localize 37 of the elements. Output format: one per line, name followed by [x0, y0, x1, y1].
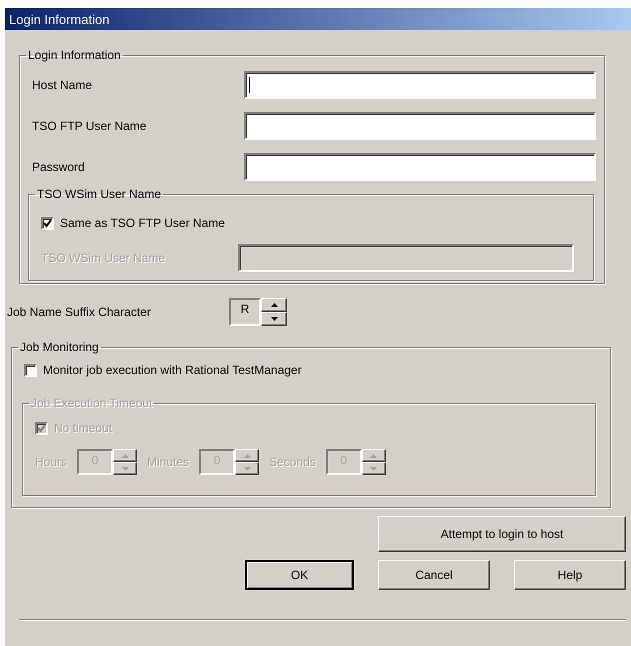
checkbox-label: Monitor job execution with Rational TestManager — [43, 363, 302, 377]
down-arrow-icon — [270, 317, 278, 321]
group-title: Job Monitoring — [19, 340, 100, 354]
input-field[interactable] — [244, 152, 596, 180]
checkbox-label: Same as TSO FTP User Name — [60, 216, 225, 230]
spin-down-button[interactable] — [362, 462, 386, 475]
spin-up-button[interactable] — [261, 298, 287, 312]
spin-down-button[interactable] — [261, 312, 287, 326]
group-title: Job Execution Timeout — [30, 396, 154, 410]
group-title: TSO WSim User Name — [36, 187, 162, 201]
up-arrow-icon — [370, 454, 378, 458]
dialog-button[interactable]: Cancel — [378, 560, 490, 590]
input-field[interactable] — [244, 112, 596, 140]
input-field[interactable] — [244, 70, 596, 98]
checkbox[interactable] — [24, 364, 37, 376]
spinner-field[interactable]: R — [229, 298, 261, 326]
up-arrow-icon — [122, 454, 129, 458]
spin-down-button[interactable] — [113, 462, 138, 475]
down-arrow-icon — [122, 466, 129, 470]
group-title: Login Information — [27, 48, 122, 62]
up-arrow-icon — [270, 303, 278, 307]
field-label: Password — [32, 160, 86, 174]
up-arrow-icon — [244, 454, 251, 458]
window-title: Login Information — [5, 8, 631, 30]
spin-up-button[interactable] — [235, 449, 260, 462]
spin-up-button[interactable] — [362, 449, 386, 462]
dialog-button[interactable]: Help — [514, 560, 626, 590]
spin-up-button[interactable] — [113, 449, 138, 462]
dialog-button[interactable]: OK — [245, 560, 354, 590]
spin-down-button[interactable] — [235, 462, 260, 475]
down-arrow-icon — [244, 466, 251, 470]
field-label: Job Name Suffix Character — [7, 305, 152, 319]
field-label: Host Name — [32, 78, 94, 92]
down-arrow-icon — [370, 466, 378, 470]
field-label: TSO FTP User Name — [32, 118, 148, 132]
checkbox[interactable] — [41, 216, 54, 230]
dialog-button[interactable]: Attempt to login to host — [378, 516, 626, 552]
